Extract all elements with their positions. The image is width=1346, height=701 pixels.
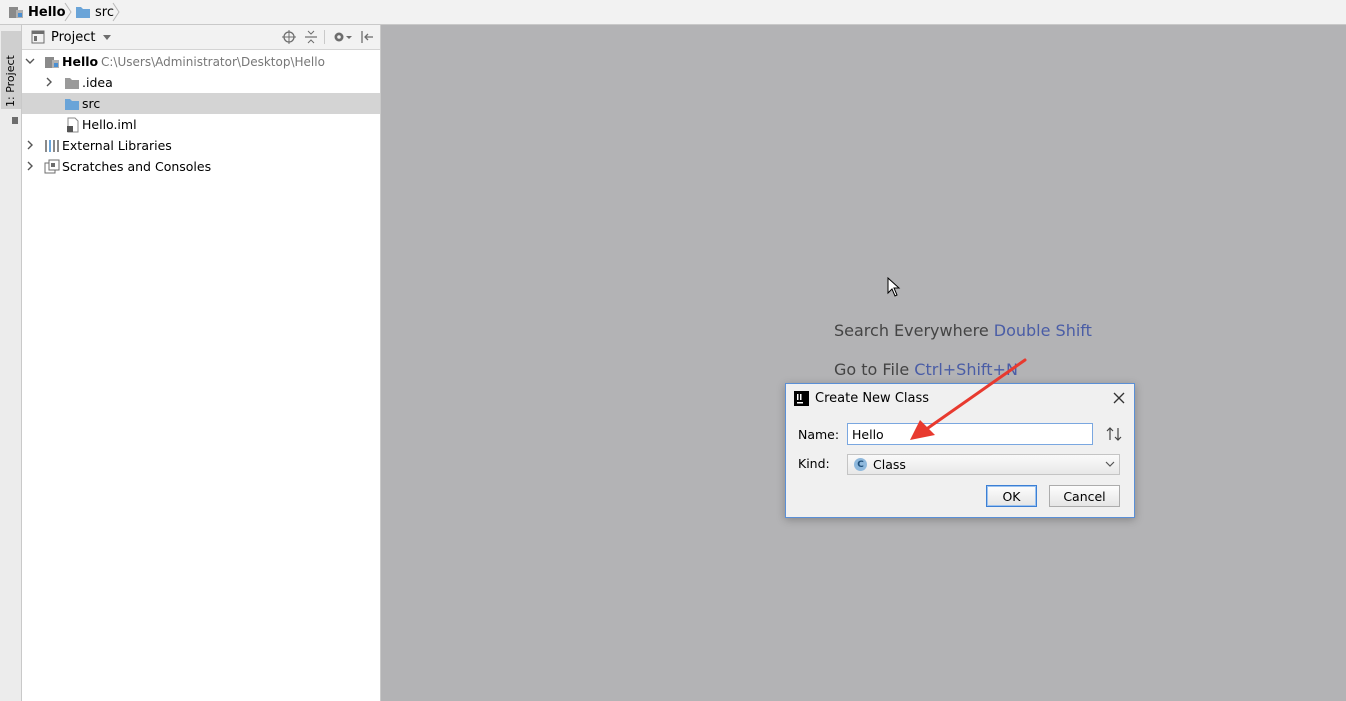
tree-item-scratches[interactable]: Scratches and Consoles: [22, 156, 380, 177]
chevron-right-icon: [112, 2, 120, 22]
kind-select[interactable]: C Class: [847, 454, 1120, 475]
hide-panel-icon[interactable]: [360, 30, 374, 44]
gear-icon[interactable]: [332, 30, 352, 44]
source-folder-icon: [65, 99, 79, 110]
chevron-right-icon[interactable]: [44, 77, 54, 87]
kind-label: Kind:: [798, 456, 830, 471]
chevron-down-icon: [1105, 461, 1115, 467]
folder-icon: [76, 7, 90, 18]
toolbar-separator: [324, 30, 325, 44]
ok-button[interactable]: OK: [986, 485, 1037, 507]
tool-window-icon: [12, 117, 18, 124]
project-panel: Project Hello C:\Users\Administrator\Des…: [22, 25, 381, 701]
tree-item-label: src: [82, 96, 101, 111]
tool-window-strip: 1: Project: [0, 25, 22, 701]
tree-item-label: Scratches and Consoles: [62, 159, 212, 174]
hint-text: Go to File: [834, 360, 910, 379]
hint-text: Search Everywhere: [834, 321, 989, 340]
kind-select-value: Class: [873, 457, 906, 472]
breadcrumb-item-src[interactable]: src: [75, 0, 114, 24]
cancel-button[interactable]: Cancel: [1049, 485, 1120, 507]
chevron-right-icon[interactable]: [25, 140, 35, 150]
scratches-icon: [44, 159, 60, 174]
editor-area[interactable]: Search Everywhere Double Shift Go to Fil…: [381, 25, 1346, 701]
intellij-logo-icon: [794, 391, 809, 406]
chevron-right-icon: [64, 2, 72, 22]
dialog-title: Create New Class: [815, 391, 930, 406]
tree-item-label: External Libraries: [62, 138, 172, 153]
tree-item-hello-iml[interactable]: Hello.iml: [22, 114, 380, 135]
chevron-down-icon[interactable]: [25, 56, 35, 66]
class-kind-badge: C: [857, 459, 864, 470]
breadcrumb-label: Hello: [28, 4, 66, 20]
project-view-label: Project: [51, 29, 96, 45]
module-icon: [45, 57, 59, 68]
sort-arrows-icon[interactable]: [1105, 426, 1123, 442]
tree-item-label: .idea: [82, 75, 113, 90]
hint-shortcut: Double Shift: [993, 321, 1092, 340]
class-kind-icon: C: [854, 458, 867, 471]
hint-go-to-file: Go to File Ctrl+Shift+N: [834, 360, 1018, 379]
iml-file-icon: [67, 117, 79, 133]
hint-shortcut: Ctrl+Shift+N: [914, 360, 1018, 379]
tree-item-src[interactable]: src: [22, 93, 380, 114]
project-view-icon: [31, 30, 45, 44]
tree-item-hello-root[interactable]: Hello C:\Users\Administrator\Desktop\Hel…: [22, 51, 380, 72]
tree-item-label: Hello.iml: [82, 117, 137, 132]
mouse-cursor-icon: [887, 277, 901, 297]
cancel-button-label: Cancel: [1063, 488, 1106, 504]
tree-item-label: Hello: [62, 54, 99, 69]
name-label: Name:: [798, 427, 840, 442]
tree-item-path: C:\Users\Administrator\Desktop\Hello: [101, 55, 325, 69]
chevron-right-icon[interactable]: [25, 161, 35, 171]
ok-button-label: OK: [1002, 488, 1021, 504]
close-icon[interactable]: [1113, 392, 1125, 404]
project-tool-tab-label: 1: Project: [4, 55, 17, 107]
library-icon: [45, 140, 59, 152]
project-panel-header: Project: [22, 25, 380, 50]
dropdown-arrow-icon: [103, 34, 112, 40]
breadcrumb-item-hello[interactable]: Hello: [8, 0, 66, 24]
collapse-all-icon[interactable]: [304, 30, 318, 44]
folder-icon: [65, 78, 79, 89]
navigation-bar: Hello src: [0, 0, 1346, 25]
project-view-selector[interactable]: Project: [51, 25, 112, 49]
create-new-class-dialog: Create New Class Name: Kind: C Class OK …: [785, 383, 1135, 518]
tree-item-idea[interactable]: .idea: [22, 72, 380, 93]
hint-search-everywhere: Search Everywhere Double Shift: [834, 321, 1092, 340]
module-icon: [9, 7, 23, 18]
class-name-input[interactable]: [847, 423, 1093, 445]
tree-item-external-libraries[interactable]: External Libraries: [22, 135, 380, 156]
locate-icon[interactable]: [282, 30, 296, 44]
